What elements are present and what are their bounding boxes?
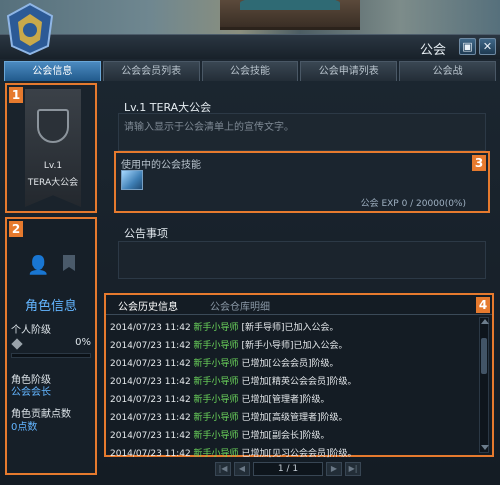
- history-tab-bar: 公会历史信息 公会仓库明细: [106, 295, 492, 315]
- skill-icon[interactable]: [121, 170, 143, 190]
- marker-1: 1: [9, 87, 23, 103]
- page-number: 1 / 1: [253, 462, 323, 476]
- close-icon[interactable]: ✕: [479, 38, 496, 55]
- list-item: 2014/07/23 11:42 新手小导师 已增加[高级管理者]阶级。: [110, 413, 348, 423]
- guild-banner-panel: 1 Lv.1 TERA大公会: [5, 83, 97, 213]
- role-info-panel: 2 👤 角色信息 个人阶级 0% 角色阶级 公会会长 角色贡献点数 0点数: [5, 217, 97, 475]
- notice-title: 公告事项: [124, 227, 168, 240]
- personal-rank-progress: 0%: [75, 337, 91, 348]
- scroll-down-icon[interactable]: [481, 445, 489, 450]
- shield-icon: [37, 109, 69, 143]
- skills-title: 使用中的公会技能: [121, 160, 201, 171]
- guild-skills-panel: 3 使用中的公会技能 公会 EXP 0 / 20000(0%): [114, 151, 490, 213]
- banner-guild-name: TERA大公会: [27, 178, 79, 188]
- tab-history[interactable]: 公会历史信息: [118, 298, 178, 313]
- personal-rank-bar: [11, 353, 91, 358]
- list-item: 2014/07/23 11:42 新手小导师 已增加[公会会员]阶级。: [110, 359, 339, 369]
- tab-guild-info[interactable]: 公会信息: [4, 61, 101, 81]
- guild-crest-icon[interactable]: [4, 2, 56, 56]
- flag-icon[interactable]: [63, 255, 75, 271]
- person-icon[interactable]: 👤: [27, 255, 49, 276]
- notice-textarea[interactable]: [118, 241, 486, 279]
- marker-3: 3: [472, 155, 486, 171]
- history-scrollbar[interactable]: [479, 317, 489, 453]
- rank-value: 公会会长: [11, 387, 51, 398]
- banner-level: Lv.1: [43, 161, 63, 171]
- tab-member-list[interactable]: 公会会员列表: [102, 61, 200, 81]
- guild-exp: 公会 EXP 0 / 20000(0%): [360, 199, 466, 209]
- marker-2: 2: [9, 221, 23, 237]
- personal-rank-label: 个人阶级: [11, 325, 51, 336]
- tab-applications[interactable]: 公会申请列表: [300, 61, 398, 81]
- guild-window: 公会 ▣ ✕ 公会信息 公会会员列表 公会技能 公会申请列表 公会战 1 Lv.…: [0, 34, 500, 485]
- banner-icon: Lv.1 TERA大公会: [25, 89, 81, 207]
- tab-bar: 公会信息 公会会员列表 公会技能 公会申请列表 公会战: [4, 61, 496, 81]
- guild-description-input[interactable]: 请输入显示于公会清单上的宣传文字。: [118, 113, 486, 151]
- history-panel: 4 公会历史信息 公会仓库明细 2014/07/23 11:42 新手小导师 […: [104, 293, 494, 459]
- gem-icon: [11, 338, 23, 350]
- contribution-value: 0点数: [11, 422, 38, 433]
- title-bar[interactable]: 公会 ▣ ✕: [0, 35, 500, 59]
- lock-icon[interactable]: ▣: [459, 38, 476, 55]
- scenery-roof: [240, 0, 340, 10]
- tab-storage[interactable]: 公会仓库明细: [210, 298, 270, 313]
- last-page-button[interactable]: ▶|: [345, 462, 361, 476]
- pager: |◀ ◀ 1 / 1 ▶ ▶|: [215, 461, 361, 477]
- list-item: 2014/07/23 11:42 新手小导师 [新手导师]已加入公会。: [110, 323, 339, 333]
- list-item: 2014/07/23 11:42 新手小导师 已增加[副会长]阶级。: [110, 431, 330, 441]
- next-page-button[interactable]: ▶: [326, 462, 342, 476]
- first-page-button[interactable]: |◀: [215, 462, 231, 476]
- game-screen: 公会 ▣ ✕ 公会信息 公会会员列表 公会技能 公会申请列表 公会战 1 Lv.…: [0, 0, 500, 485]
- list-item: 2014/07/23 11:42 新手小导师 [新手小导师]已加入公会。: [110, 341, 348, 351]
- tab-guild-skills[interactable]: 公会技能: [201, 61, 299, 81]
- list-item: 2014/07/23 11:42 新手小导师 已增加[精英公会会员]阶级。: [110, 377, 357, 387]
- game-scenery: [0, 0, 500, 36]
- list-item: 2014/07/23 11:42 新手小导师 已增加[管理者]阶级。: [110, 395, 330, 405]
- history-log: 2014/07/23 11:42 新手小导师 [新手导师]已加入公会。 2014…: [110, 319, 474, 463]
- prev-page-button[interactable]: ◀: [234, 462, 250, 476]
- window-title: 公会: [419, 43, 446, 58]
- role-info-title: 角色信息: [24, 299, 77, 314]
- description-placeholder: 请输入显示于公会清单上的宣传文字。: [124, 122, 294, 133]
- scroll-up-icon[interactable]: [481, 319, 489, 324]
- tab-guild-war[interactable]: 公会战: [399, 61, 496, 81]
- scroll-thumb[interactable]: [481, 338, 487, 374]
